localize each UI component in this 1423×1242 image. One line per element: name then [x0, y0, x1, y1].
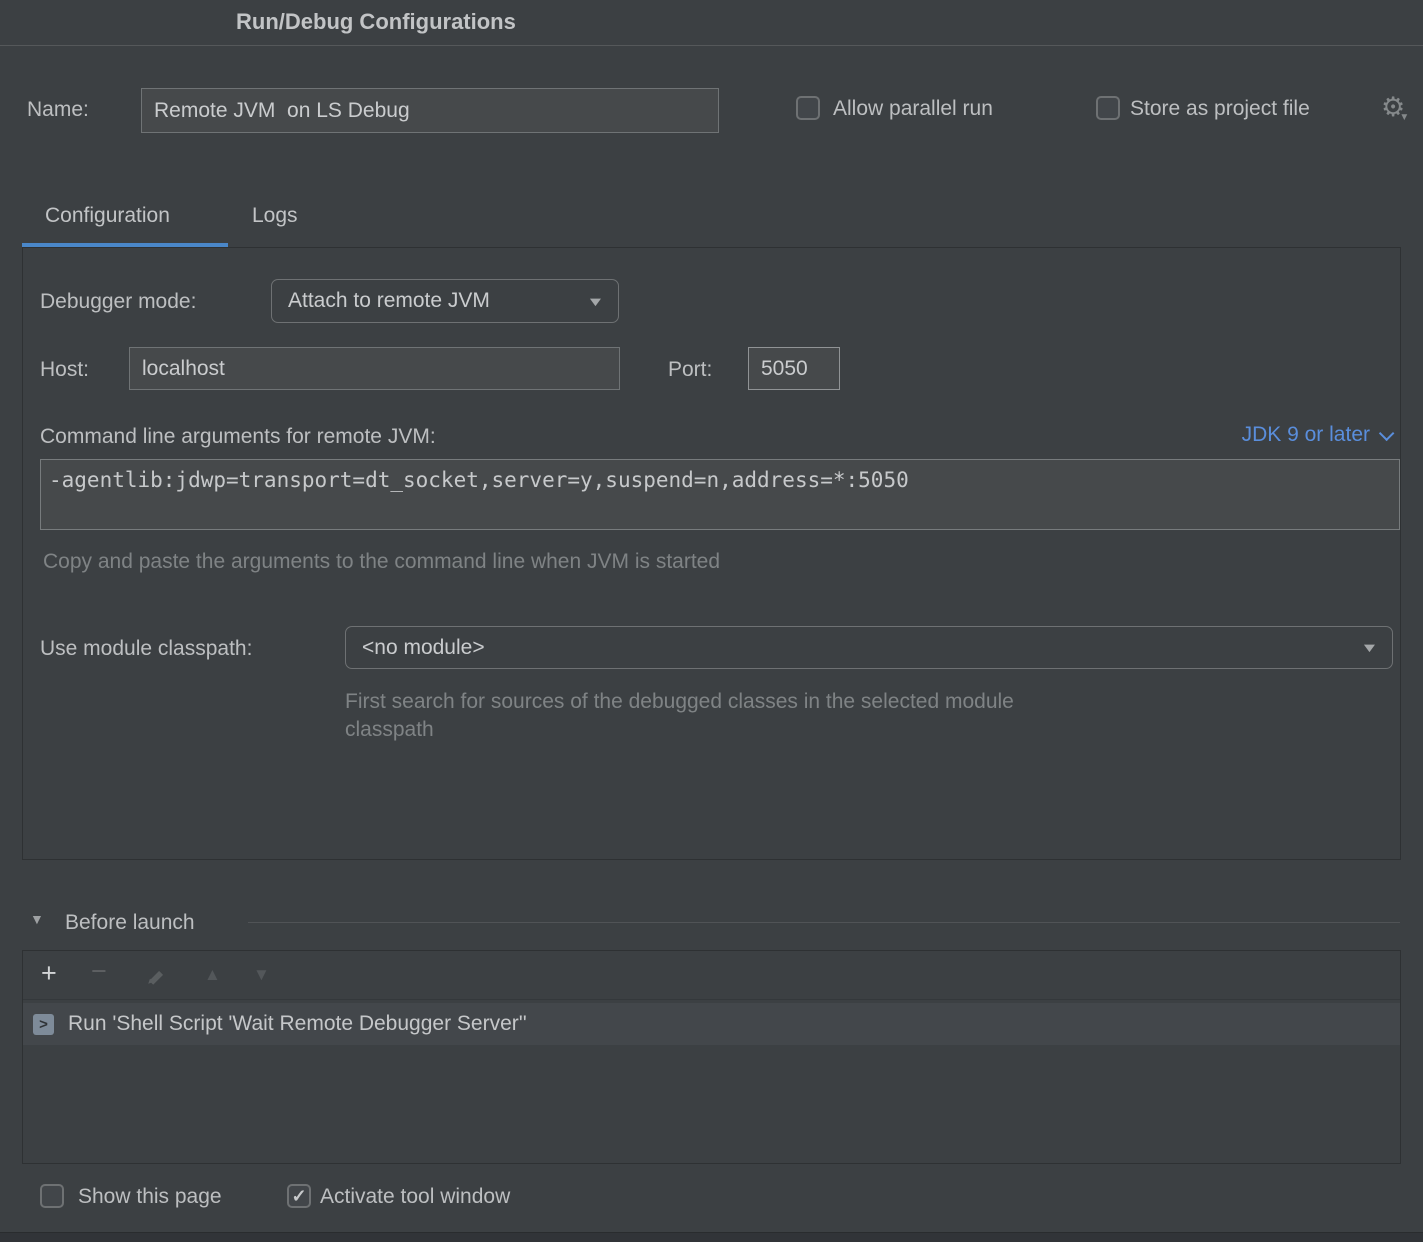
- show-this-page-checkbox[interactable]: ✓: [40, 1184, 64, 1208]
- cmdline-args-field[interactable]: -agentlib:jdwp=transport=dt_socket,serve…: [40, 459, 1400, 530]
- debugger-mode-label: Debugger mode:: [40, 290, 196, 314]
- add-task-button[interactable]: +: [41, 960, 57, 987]
- jdk-version-value: JDK 9 or later: [1242, 423, 1370, 447]
- dialog-title: Run/Debug Configurations: [236, 9, 516, 35]
- before-launch-divider: [248, 922, 1400, 923]
- module-classpath-select[interactable]: <no module> ▼: [345, 626, 1393, 669]
- host-input[interactable]: [129, 347, 620, 390]
- jdk-version-selector[interactable]: JDK 9 or later: [1242, 423, 1390, 447]
- cmdline-args-label: Command line arguments for remote JVM:: [40, 425, 436, 449]
- move-task-down-button[interactable]: ▼: [253, 966, 270, 983]
- debugger-mode-select[interactable]: Attach to remote JVM ▼: [271, 279, 619, 323]
- store-as-project-file-checkbox[interactable]: ✓: [1096, 96, 1120, 120]
- run-debug-configurations-dialog: Run/Debug Configurations Name: ✓ Allow p…: [0, 0, 1423, 1242]
- activate-tool-window-label: Activate tool window: [320, 1185, 510, 1209]
- module-classpath-hint: First search for sources of the debugged…: [345, 688, 1025, 744]
- before-launch-collapse-arrow-icon[interactable]: ▼: [30, 911, 44, 927]
- store-as-project-file-label: Store as project file: [1130, 97, 1310, 121]
- task-label: Run 'Shell Script 'Wait Remote Debugger …: [68, 1012, 527, 1036]
- dialog-bottom-edge: [0, 1232, 1423, 1242]
- name-input[interactable]: [141, 88, 719, 133]
- port-label: Port:: [668, 358, 712, 382]
- move-task-up-button[interactable]: ▲: [204, 966, 221, 983]
- gear-dropdown-arrow-icon: ▼: [1399, 112, 1409, 123]
- module-classpath-value: <no module>: [362, 636, 485, 660]
- show-this-page-label: Show this page: [78, 1185, 222, 1209]
- debugger-mode-value: Attach to remote JVM: [288, 289, 490, 313]
- store-options-gear-button[interactable]: ⚙ ▼: [1381, 94, 1405, 121]
- host-label: Host:: [40, 358, 89, 382]
- allow-parallel-run-label: Allow parallel run: [833, 97, 993, 121]
- activate-tool-window-checkbox[interactable]: ✓: [287, 1184, 311, 1208]
- edit-task-button[interactable]: [145, 963, 169, 987]
- tab-logs[interactable]: Logs: [252, 204, 298, 228]
- before-launch-task-row[interactable]: > Run 'Shell Script 'Wait Remote Debugge…: [23, 1003, 1400, 1045]
- chevron-down-icon: ▼: [586, 294, 605, 309]
- name-label: Name:: [27, 98, 89, 122]
- before-launch-title: Before launch: [65, 911, 195, 935]
- before-launch-panel: + − ▲ ▼ > Run 'Shell Script 'Wait Remote…: [22, 950, 1401, 1164]
- title-bar: [0, 0, 1423, 46]
- tab-configuration[interactable]: Configuration: [45, 204, 170, 228]
- allow-parallel-run-checkbox[interactable]: ✓: [796, 96, 820, 120]
- cmdline-args-hint: Copy and paste the arguments to the comm…: [43, 550, 720, 574]
- port-input[interactable]: [748, 347, 840, 390]
- module-classpath-label: Use module classpath:: [40, 637, 252, 661]
- remove-task-button[interactable]: −: [91, 958, 107, 985]
- chevron-down-icon: ▼: [1360, 640, 1379, 655]
- before-launch-toolbar: + − ▲ ▼: [23, 951, 1400, 1000]
- checkmark-icon: ✓: [291, 1187, 306, 1205]
- run-shell-script-icon: >: [33, 1014, 54, 1035]
